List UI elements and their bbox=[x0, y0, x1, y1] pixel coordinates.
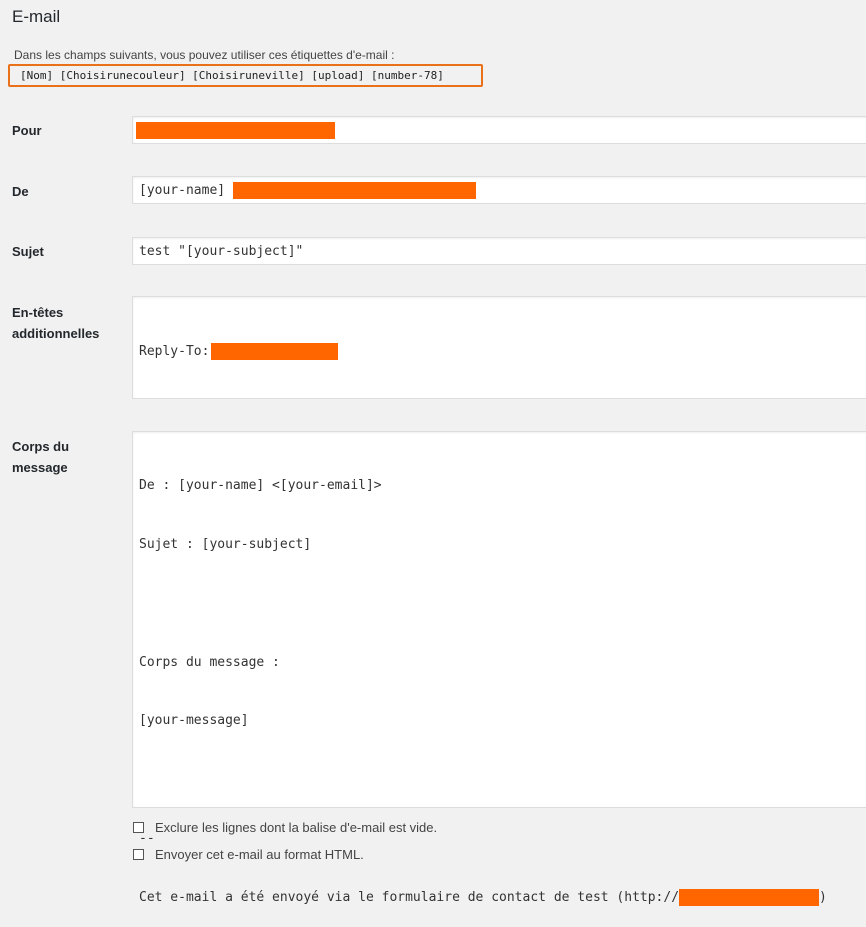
corps-line bbox=[139, 770, 865, 790]
sujet-value: test "[your-subject]" bbox=[139, 243, 304, 259]
de-input[interactable]: [your-name] bbox=[132, 176, 866, 204]
entetes-label: En-têtes additionnelles bbox=[12, 302, 99, 344]
sujet-label: Sujet bbox=[12, 244, 44, 259]
corps-textarea[interactable]: De : [your-name] <[your-email]> Sujet : … bbox=[132, 431, 866, 906]
corps-line-last: Cet e-mail a été envoyé via le formulair… bbox=[139, 888, 865, 908]
corps-label-line2: message bbox=[12, 460, 68, 475]
corps-line: De : [your-name] <[your-email]> bbox=[139, 478, 382, 494]
entetes-textarea[interactable]: Reply-To: bbox=[132, 296, 866, 399]
redacted-recipient bbox=[136, 121, 335, 139]
section-title: E-mail bbox=[12, 7, 61, 26]
pour-label: Pour bbox=[12, 123, 42, 138]
corps-last-suffix: ) bbox=[819, 889, 827, 905]
html-format-checkbox[interactable] bbox=[133, 849, 144, 860]
exclude-empty-label[interactable]: Exclure les lignes dont la balise d'e-ma… bbox=[155, 820, 437, 835]
corps-line: [your-message] bbox=[139, 713, 249, 729]
entetes-label-line1: En-têtes bbox=[12, 305, 64, 320]
html-format-option[interactable]: Envoyer cet e-mail au format HTML. bbox=[133, 847, 364, 862]
de-label: De bbox=[12, 184, 29, 199]
pour-input[interactable] bbox=[132, 116, 866, 144]
redacted-site-url bbox=[679, 888, 820, 906]
mail-tags-list: [Nom] [Choisirunecouleur] [Choisirunevil… bbox=[8, 64, 483, 87]
redacted-reply-to bbox=[211, 343, 339, 361]
corps-line: Corps du message : bbox=[139, 654, 280, 670]
corps-line: Sujet : [your-subject] bbox=[139, 536, 312, 552]
html-format-label[interactable]: Envoyer cet e-mail au format HTML. bbox=[155, 847, 364, 862]
entetes-label-line2: additionnelles bbox=[12, 326, 100, 341]
entetes-line: Reply-To: bbox=[139, 342, 865, 362]
redacted-sender bbox=[232, 181, 476, 199]
corps-line bbox=[139, 594, 865, 614]
mail-tags-intro: Dans les champs suivants, vous pouvez ut… bbox=[14, 48, 395, 62]
sujet-input[interactable]: test "[your-subject]" bbox=[132, 237, 866, 265]
de-value: [your-name] bbox=[139, 182, 233, 198]
exclude-empty-option[interactable]: Exclure les lignes dont la balise d'e-ma… bbox=[133, 820, 437, 835]
corps-label: Corps du message bbox=[12, 436, 69, 478]
entetes-value: Reply-To: bbox=[139, 344, 218, 360]
corps-last-text: Cet e-mail a été envoyé via le formulair… bbox=[139, 889, 680, 905]
corps-label-line1: Corps du bbox=[12, 439, 70, 454]
exclude-empty-checkbox[interactable] bbox=[133, 822, 144, 833]
